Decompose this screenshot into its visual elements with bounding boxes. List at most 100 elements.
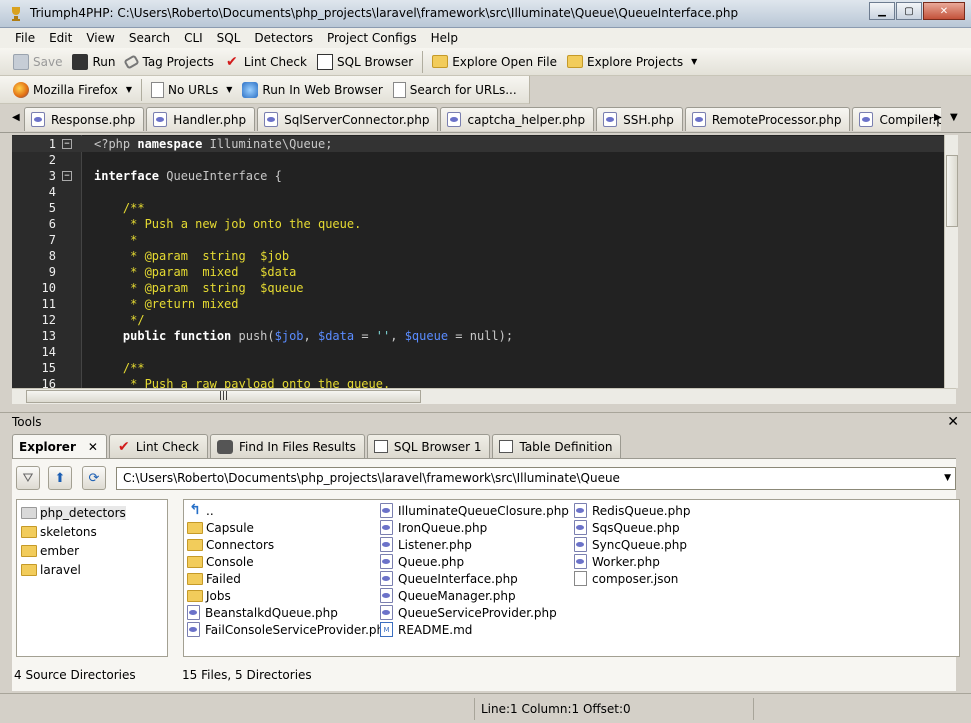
sql-browser-button[interactable]: SQL Browser (312, 51, 418, 73)
tab-explorer[interactable]: Explorer ✕ (12, 434, 107, 458)
source-directory-item[interactable]: php_detectors (21, 504, 126, 521)
explore-projects-button[interactable]: Explore Projects ▼ (562, 51, 702, 73)
code-line: 11 * @return mixed (12, 296, 956, 312)
menu-cli[interactable]: CLI (177, 31, 210, 45)
folder-item[interactable]: Jobs (187, 587, 231, 604)
tab-scroll-right-icon[interactable]: ▶ (934, 112, 942, 123)
filter-button[interactable]: ⛛ (16, 466, 40, 490)
browser-select[interactable]: Mozilla Firefox ▼ (8, 79, 137, 101)
fold-toggle-icon[interactable]: − (62, 139, 72, 149)
menu-file[interactable]: File (8, 31, 42, 45)
editor-vertical-scrollbar[interactable] (944, 135, 958, 388)
code-line: 2 (12, 152, 956, 168)
menu-detectors[interactable]: Detectors (247, 31, 320, 45)
editor-tab[interactable]: captcha_helper.php (440, 107, 595, 131)
file-item[interactable]: BeanstalkdQueue.php (187, 604, 338, 621)
file-name: Listener.php (398, 537, 472, 552)
lint-check-button[interactable]: ✔ Lint Check (219, 51, 312, 73)
line-number: 15 (41, 361, 56, 375)
tag-projects-button[interactable]: Tag Projects (120, 51, 218, 73)
code-token: <?php (94, 137, 138, 151)
scroll-thumb[interactable]: ||| (26, 390, 421, 403)
tab-table-definition[interactable]: Table Definition (492, 434, 622, 458)
tab-lint-check[interactable]: ✔ Lint Check (108, 434, 208, 458)
tab-sql-browser-1[interactable]: SQL Browser 1 (366, 434, 491, 458)
source-directory-item[interactable]: ember (21, 542, 79, 559)
source-directory-item[interactable]: laravel (21, 561, 81, 578)
file-item[interactable]: QueueInterface.php (380, 570, 518, 587)
file-item[interactable]: IlluminateQueueClosure.php (380, 502, 569, 519)
file-item[interactable]: FailConsoleServiceProvider.php (187, 621, 392, 638)
tools-tab-strip: Explorer ✕ ✔ Lint Check Find In Files Resu… (12, 434, 956, 459)
tab-find-in-files-results[interactable]: Find In Files Results (209, 434, 365, 458)
file-item[interactable]: QueueServiceProvider.php (380, 604, 557, 621)
editor-tab[interactable]: SSH.php (596, 107, 683, 131)
folder-item[interactable]: Console (187, 553, 254, 570)
editor-tab[interactable]: Response.php (24, 107, 145, 131)
file-item[interactable]: RedisQueue.php (574, 502, 690, 519)
file-item[interactable]: Listener.php (380, 536, 472, 553)
save-button[interactable]: Save (8, 51, 67, 73)
folder-item[interactable]: Connectors (187, 536, 274, 553)
close-tools-icon[interactable]: ✕ (947, 413, 959, 432)
file-name: Worker.php (592, 554, 660, 569)
file-item[interactable]: QueueManager.php (380, 587, 516, 604)
chevron-down-icon[interactable]: ▼ (126, 85, 132, 94)
chevron-down-icon[interactable]: ▼ (691, 57, 697, 66)
file-item[interactable]: SyncQueue.php (574, 536, 687, 553)
code-editor[interactable]: 1− <?php namespace Illuminate\Queue; 2 3− in… (12, 135, 956, 388)
code-text: * @param string $job (94, 248, 289, 264)
fold-toggle-icon[interactable]: − (62, 171, 72, 181)
check-icon: ✔ (118, 438, 130, 455)
run-in-web-browser-button[interactable]: Run In Web Browser (237, 79, 387, 101)
urls-select[interactable]: No URLs ▼ (146, 79, 237, 101)
path-combobox[interactable]: C:\Users\Roberto\Documents\php_projects\… (116, 467, 956, 490)
urls-label: No URLs (168, 82, 219, 97)
editor-tab[interactable]: SqlServerConnector.php (257, 107, 439, 131)
editor-tab[interactable]: RemoteProcessor.php (684, 107, 851, 131)
parent-directory-button[interactable]: ⬆ (48, 466, 72, 490)
php-file-icon (153, 112, 168, 127)
refresh-button[interactable]: ⟳ (82, 466, 106, 490)
parent-directory-item[interactable]: ↰.. (187, 502, 214, 519)
file-item[interactable]: M README.md (380, 621, 472, 638)
run-button[interactable]: Run (67, 51, 120, 73)
cursor-position: Line:1 Column:1 Offset:0 (474, 698, 754, 720)
menu-sql[interactable]: SQL (210, 31, 248, 45)
window-title: Triumph4PHP: C:\Users\Roberto\Documents\… (30, 6, 739, 20)
php-file-icon (380, 537, 393, 552)
path-value: C:\Users\Roberto\Documents\php_projects\… (123, 471, 620, 485)
explore-open-file-button[interactable]: Explore Open File (427, 51, 562, 73)
editor-tab[interactable]: Handler.php (146, 107, 256, 131)
chevron-down-icon[interactable]: ▼ (226, 85, 232, 94)
code-text: /** (94, 360, 145, 376)
search-urls-button[interactable]: Search for URLs... (388, 79, 522, 101)
file-item[interactable]: SqsQueue.php (574, 519, 680, 536)
editor-tab[interactable]: Compiler.php (852, 107, 941, 131)
scroll-thumb[interactable] (946, 155, 958, 227)
minimize-button[interactable]: ▁ (869, 2, 895, 20)
file-name: .. (206, 503, 214, 518)
file-item[interactable]: composer.json (574, 570, 678, 587)
code-text: * Push a raw payload onto the queue. (94, 376, 390, 388)
folder-item[interactable]: Failed (187, 570, 241, 587)
file-item[interactable]: Worker.php (574, 553, 660, 570)
close-window-button[interactable]: ✕ (923, 2, 965, 20)
file-item[interactable]: Queue.php (380, 553, 464, 570)
menu-view[interactable]: View (79, 31, 121, 45)
tab-list-menu-icon[interactable]: ▼ (950, 112, 958, 123)
tab-scroll-left-icon[interactable]: ◀ (12, 112, 20, 123)
file-item[interactable]: IronQueue.php (380, 519, 487, 536)
code-token: $job (274, 329, 304, 343)
menu-search[interactable]: Search (122, 31, 177, 45)
source-directory-item[interactable]: skeletons (21, 523, 97, 540)
menu-help[interactable]: Help (424, 31, 465, 45)
folder-item[interactable]: Capsule (187, 519, 254, 536)
menu-project-configs[interactable]: Project Configs (320, 31, 424, 45)
close-tab-icon[interactable]: ✕ (88, 440, 98, 454)
menu-edit[interactable]: Edit (42, 31, 79, 45)
chevron-down-icon[interactable]: ▼ (944, 468, 951, 489)
file-name: SqsQueue.php (592, 520, 680, 535)
editor-horizontal-scrollbar[interactable]: ||| (12, 388, 956, 404)
maximize-button[interactable]: ▢ (896, 2, 922, 20)
